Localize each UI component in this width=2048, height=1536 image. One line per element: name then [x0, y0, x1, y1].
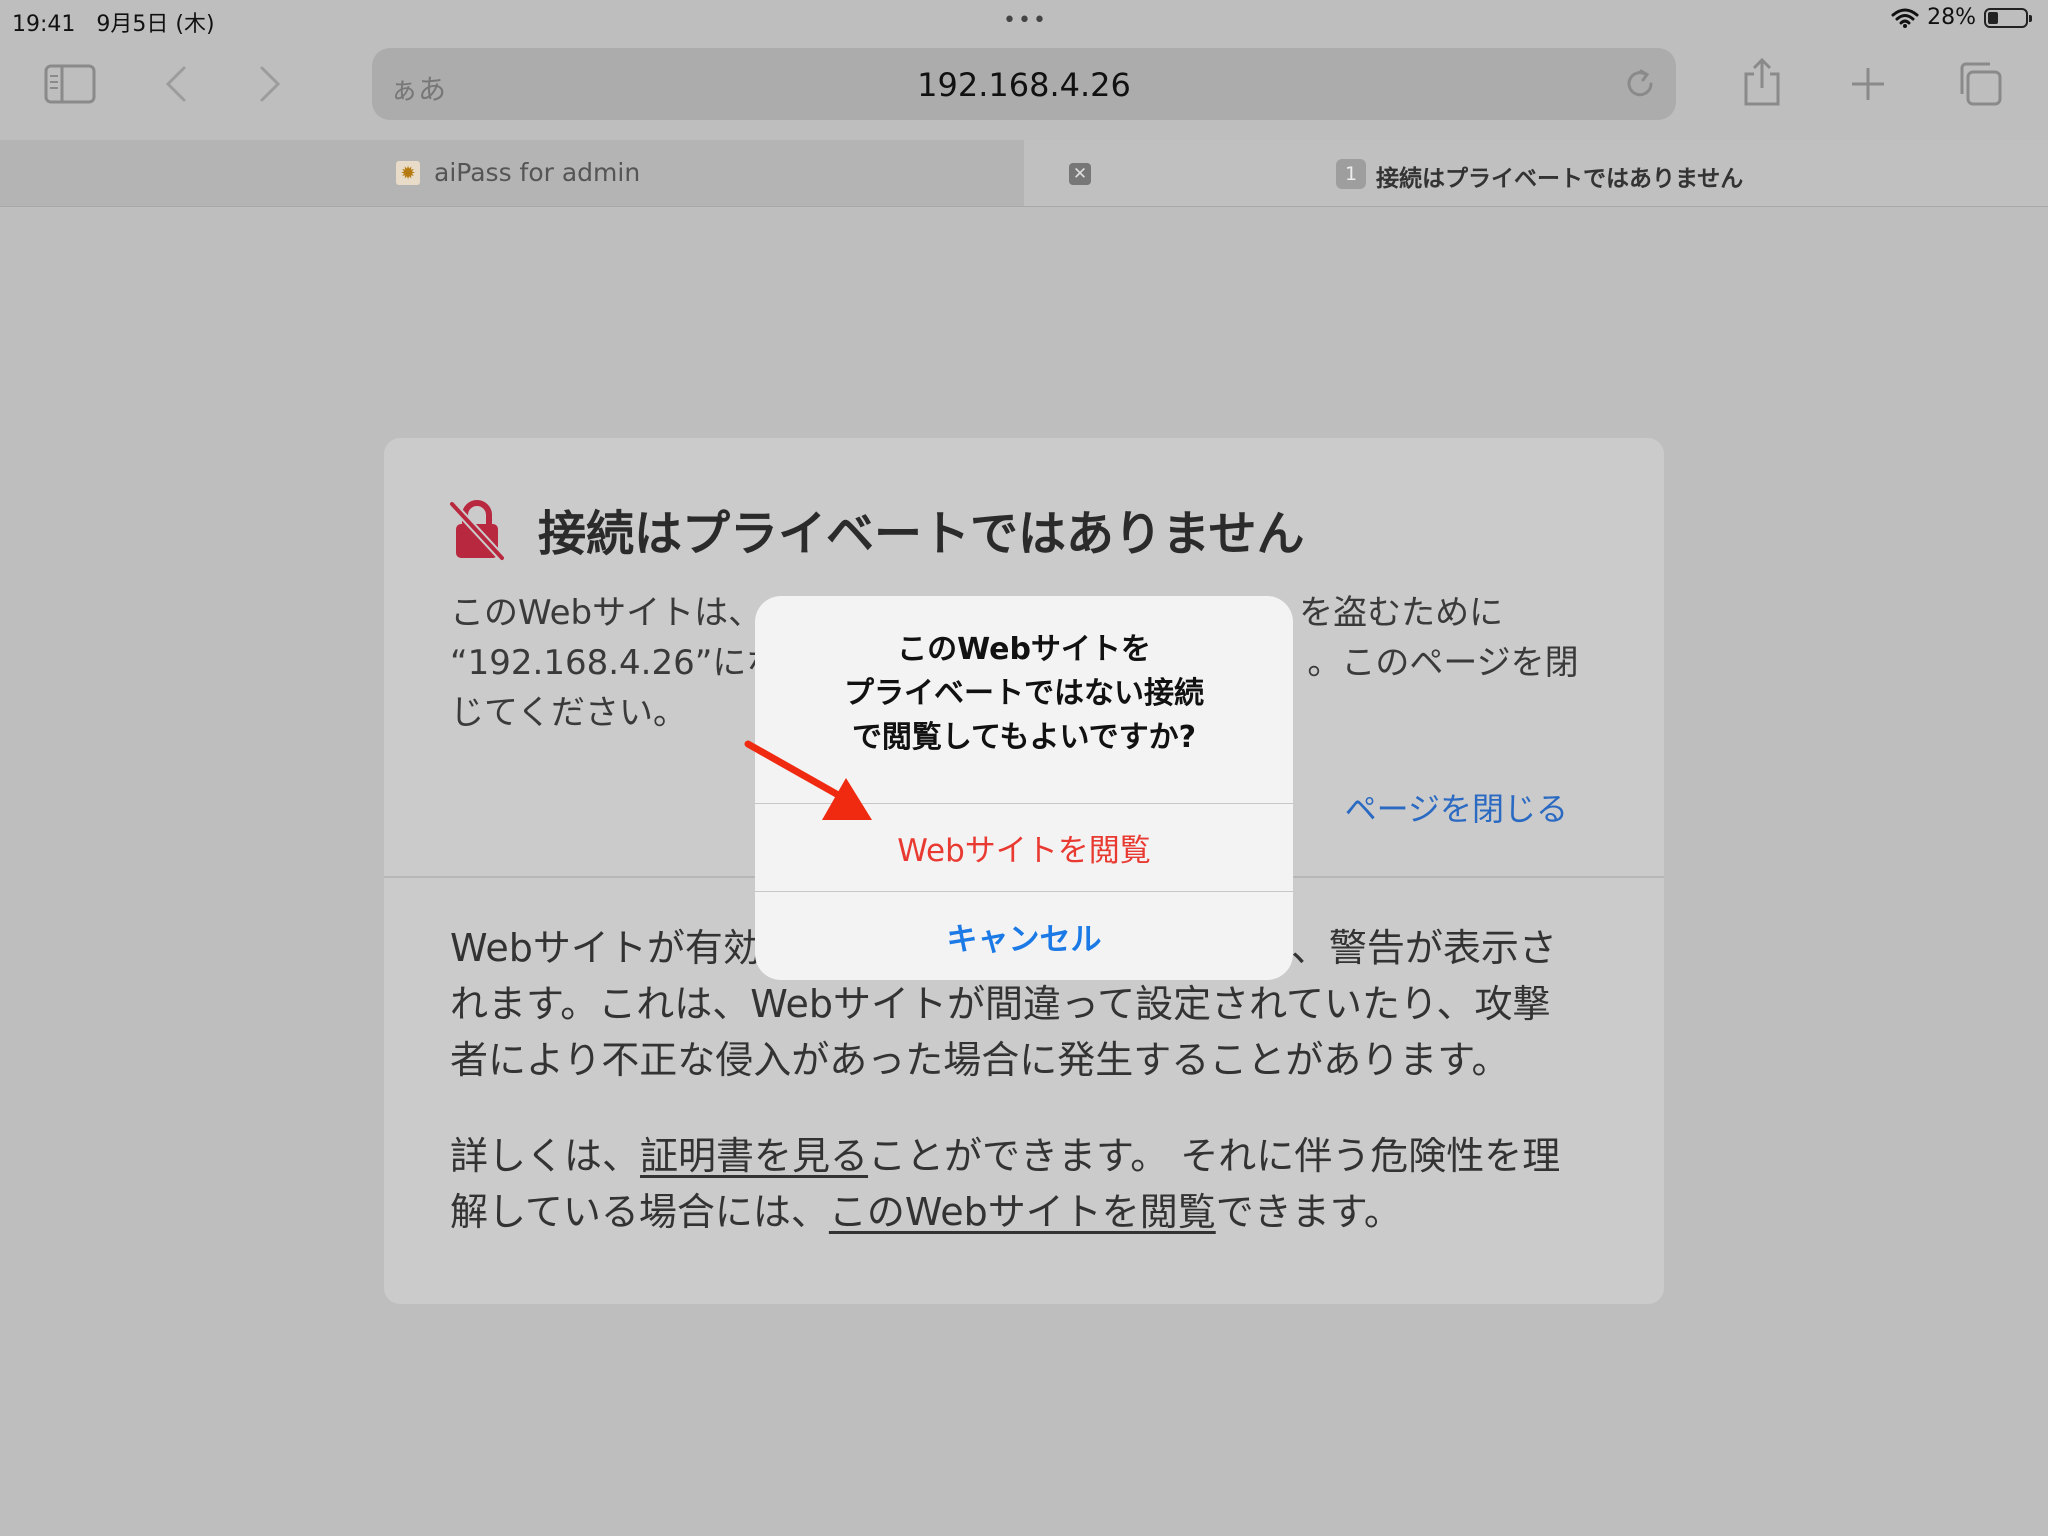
battery-icon	[1984, 7, 2032, 28]
page-title: 接続はプライベートではありません	[538, 506, 1305, 562]
tabs-overview-icon[interactable]	[1956, 60, 2004, 108]
view-certificate-link[interactable]: 証明書を見る	[640, 1134, 868, 1178]
tab-not-private[interactable]: ✕ 1 接続はプライベートではありません	[1024, 140, 2048, 206]
status-right: 28%	[1891, 5, 2032, 30]
wifi-icon	[1891, 8, 1919, 28]
tab-bar: ✹ aiPass for admin ✕ 1 接続はプライベートではありません	[0, 140, 2048, 207]
cancel-button[interactable]: キャンセル	[755, 892, 1293, 980]
forward-icon[interactable]	[258, 64, 284, 104]
tab-title: 接続はプライベートではありません	[1376, 166, 1744, 192]
browser-toolbar: ぁあ 192.168.4.26	[0, 40, 2048, 140]
multitasking-dots[interactable]: •••	[1003, 8, 1048, 33]
share-icon[interactable]	[1740, 56, 1784, 108]
new-tab-icon[interactable]	[1848, 64, 1888, 104]
back-icon[interactable]	[162, 64, 188, 104]
red-arrow-icon	[744, 740, 872, 820]
battery-percent: 28%	[1927, 5, 1976, 30]
reload-icon[interactable]	[1622, 66, 1658, 106]
url-text[interactable]: 192.168.4.26	[372, 66, 1676, 104]
tab-title: aiPass for admin	[434, 158, 641, 187]
sun-icon: ✹	[396, 161, 420, 185]
visit-website-link[interactable]: このWebサイトを閲覧	[829, 1190, 1216, 1234]
address-bar[interactable]: ぁあ 192.168.4.26	[372, 48, 1676, 120]
tab-aipass[interactable]: ✹ aiPass for admin	[0, 140, 1024, 206]
status-time: 19:41 9月5日 (木)	[12, 12, 215, 37]
sidebar-icon[interactable]	[44, 64, 96, 104]
close-icon[interactable]: ✕	[1069, 163, 1091, 185]
close-page-link[interactable]: ページを閉じる	[1345, 784, 1568, 830]
battery-level	[1988, 11, 1999, 24]
broken-lock-icon	[448, 500, 506, 566]
tab-badge: 1	[1336, 159, 1366, 189]
status-bar: 19:41 9月5日 (木) ••• 28%	[0, 0, 2048, 40]
details-text: 詳しくは、証明書を見ることができます。 それに伴う危険性を理 解している場合には…	[450, 1134, 1561, 1234]
